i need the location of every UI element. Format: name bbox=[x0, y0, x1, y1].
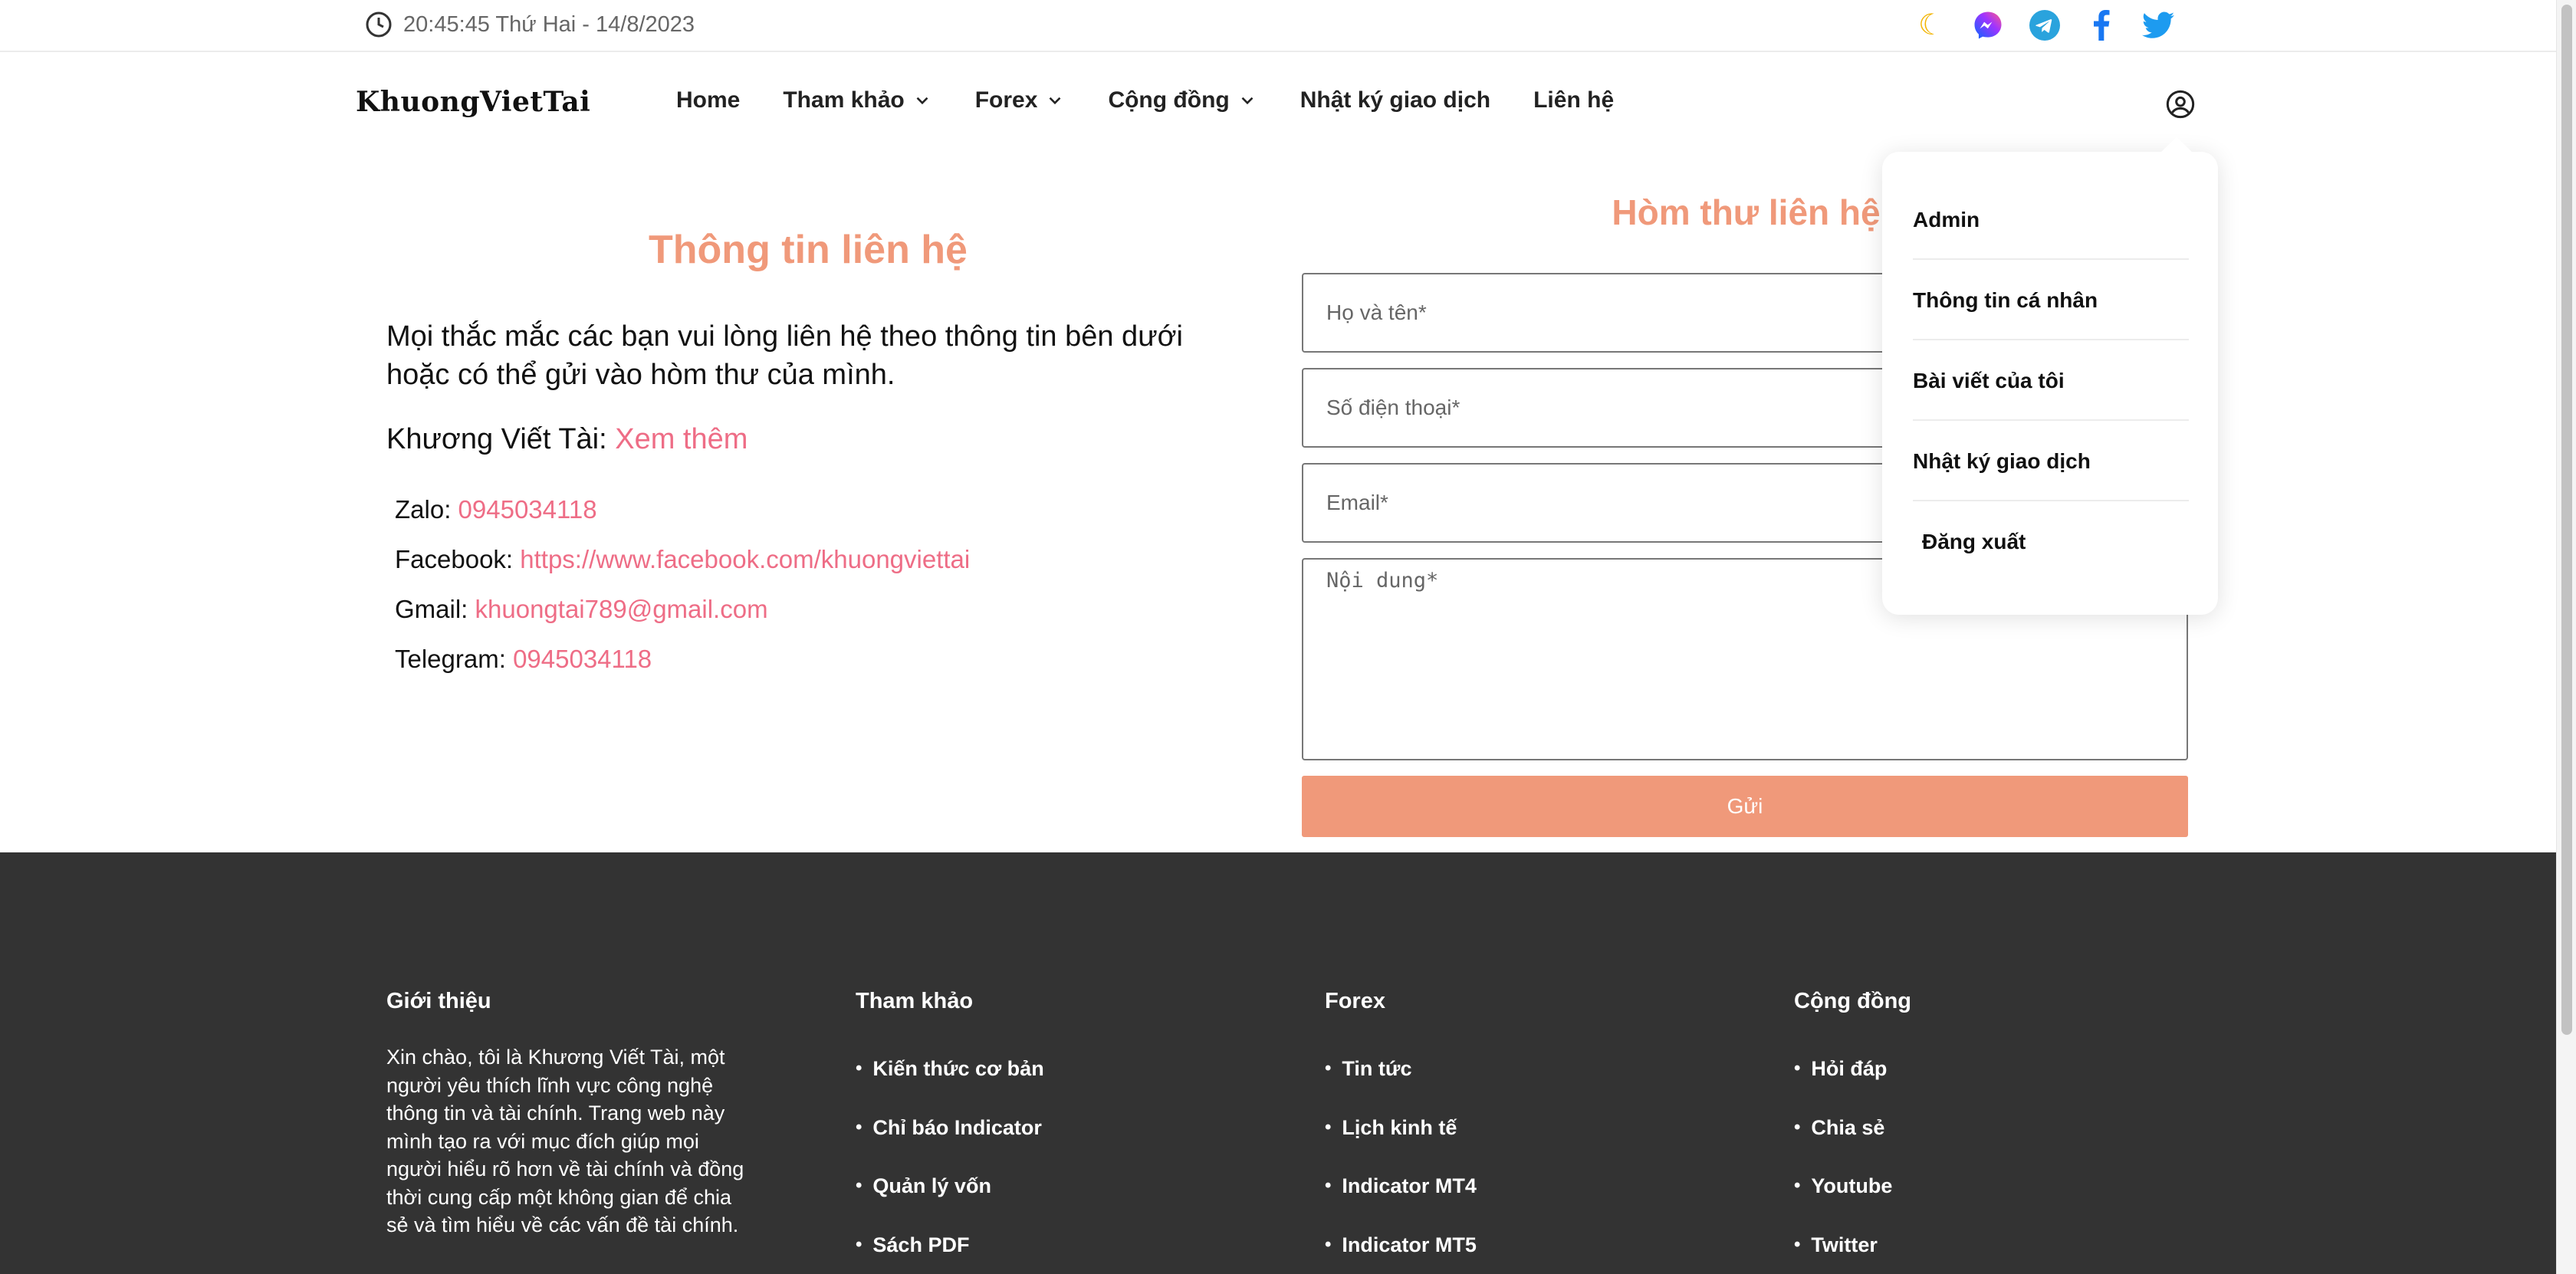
send-button[interactable]: Gửi bbox=[1302, 776, 2188, 837]
nav-item-tham-khao[interactable]: Tham khảo bbox=[783, 87, 932, 113]
messenger-icon[interactable] bbox=[1970, 8, 2006, 43]
nav-item-label: Nhật ký giao dịch bbox=[1300, 87, 1491, 113]
contact-telegram: Telegram: 0945034118 bbox=[395, 645, 970, 694]
nav-item-cong-dong[interactable]: Cộng đồng bbox=[1108, 87, 1257, 113]
footer-link[interactable]: Indicator MT4 bbox=[1325, 1174, 1477, 1233]
facebook-link[interactable]: https://www.facebook.com/khuongviettai bbox=[520, 545, 970, 573]
clock-icon bbox=[366, 11, 392, 38]
telegram-icon[interactable] bbox=[2027, 8, 2062, 43]
nav-item-label: Liên hệ bbox=[1533, 87, 1615, 113]
contact-info-title: Thông tin liên hệ bbox=[649, 228, 968, 272]
nav-item-forex[interactable]: Forex bbox=[975, 87, 1066, 113]
contact-zalo: Zalo: 0945034118 bbox=[395, 495, 970, 545]
menu-item-my-posts[interactable]: Bài viết của tôi bbox=[1913, 340, 2189, 421]
nav-item-lien-he[interactable]: Liên hệ bbox=[1533, 87, 1614, 113]
facebook-icon[interactable] bbox=[2084, 8, 2119, 43]
author-line: Khương Viết Tài: Xem thêm bbox=[386, 423, 748, 456]
contact-label: Telegram: bbox=[395, 645, 506, 673]
menu-item-logout[interactable]: Đăng xuất bbox=[1922, 501, 2198, 582]
footer-col-title: Cộng đồng bbox=[1794, 989, 1912, 1013]
contact-label: Gmail: bbox=[395, 595, 468, 623]
footer-col-title: Tham khảo bbox=[856, 989, 974, 1013]
user-account-icon[interactable] bbox=[2165, 89, 2196, 120]
footer-link[interactable]: Youtube bbox=[1794, 1174, 1911, 1233]
site-logo[interactable]: KhuongVietTai bbox=[356, 86, 590, 118]
footer-link[interactable]: Chia sẻ bbox=[1794, 1116, 1911, 1175]
chevron-down-icon bbox=[1050, 97, 1061, 105]
footer-col-title: Forex bbox=[1325, 989, 1385, 1013]
nav-menu: Home Tham khảo Forex Cộng đồng Nhật ký g… bbox=[676, 87, 1614, 113]
nav-item-label: Cộng đồng bbox=[1108, 87, 1230, 113]
contact-label: Facebook: bbox=[395, 545, 514, 573]
top-bar: 20:45:45 Thứ Hai - 14/8/2023 ☾ bbox=[0, 0, 2556, 52]
moon-icon[interactable]: ☾ bbox=[1914, 8, 1949, 43]
scrollbar-thumb[interactable] bbox=[2561, 5, 2572, 1035]
chevron-down-icon bbox=[1241, 97, 1254, 105]
datetime-display: 20:45:45 Thứ Hai - 14/8/2023 bbox=[365, 11, 695, 38]
chevron-down-icon bbox=[916, 97, 928, 105]
page-scrollbar[interactable] bbox=[2556, 0, 2576, 1274]
footer-link[interactable]: Quản lý vốn bbox=[856, 1174, 1044, 1233]
nav-item-label: Home bbox=[676, 87, 741, 113]
footer-col-cong-dong: Cộng đồng Hỏi đáp Chia sẻ Youtube Twitte… bbox=[1794, 989, 1911, 1274]
nav-item-home[interactable]: Home bbox=[676, 87, 740, 113]
footer-col-forex: Forex Tin tức Lịch kinh tế Indicator MT4… bbox=[1325, 989, 1477, 1274]
footer-link[interactable]: Indicator MT5 bbox=[1325, 1233, 1477, 1274]
social-links: ☾ bbox=[1914, 8, 2176, 43]
menu-item-profile[interactable]: Thông tin cá nhân bbox=[1913, 260, 2189, 340]
footer-link[interactable]: Kiến thức cơ bản bbox=[856, 1057, 1043, 1116]
author-more-link[interactable]: Xem thêm bbox=[615, 423, 748, 455]
contact-list: Zalo: 0945034118 Facebook: https://www.f… bbox=[395, 495, 970, 694]
author-label: Khương Viết Tài: bbox=[386, 423, 607, 455]
twitter-icon[interactable] bbox=[2141, 8, 2176, 43]
footer-link[interactable]: Hỏi đáp bbox=[1794, 1057, 1911, 1116]
telegram-link[interactable]: 0945034118 bbox=[513, 645, 652, 673]
contact-label: Zalo: bbox=[395, 495, 452, 524]
footer-link[interactable]: Chỉ báo Indicator bbox=[856, 1116, 1044, 1175]
footer-link[interactable]: Lịch kinh tế bbox=[1325, 1116, 1477, 1175]
contact-intro-text: Mọi thắc mắc các bạn vui lòng liên hệ th… bbox=[386, 320, 1183, 391]
contact-facebook: Facebook: https://www.facebook.com/khuon… bbox=[395, 545, 970, 595]
footer-link[interactable]: Tin tức bbox=[1325, 1057, 1477, 1116]
nav-item-nhat-ky[interactable]: Nhật ký giao dịch bbox=[1300, 87, 1490, 113]
datetime-text: 20:45:45 Thứ Hai - 14/8/2023 bbox=[403, 11, 695, 37]
contact-gmail: Gmail: khuongtai789@gmail.com bbox=[395, 595, 970, 645]
nav-item-label: Forex bbox=[974, 87, 1038, 113]
footer-link[interactable]: Twitter bbox=[1794, 1233, 1911, 1274]
footer-col-tham-khao: Tham khảo Kiến thức cơ bản Chỉ báo Indic… bbox=[856, 989, 1044, 1274]
footer-about-title: Giới thiệu bbox=[386, 989, 491, 1013]
footer-about-text: Xin chào, tôi là Khương Viết Tài, một ng… bbox=[386, 1046, 744, 1236]
zalo-link[interactable]: 0945034118 bbox=[458, 495, 597, 524]
gmail-link[interactable]: khuongtai789@gmail.com bbox=[475, 595, 768, 623]
user-dropdown-menu: Admin Thông tin cá nhân Bài viết của tôi… bbox=[1882, 136, 2218, 615]
menu-item-admin[interactable]: Admin bbox=[1913, 179, 2189, 260]
menu-item-trade-journal[interactable]: Nhật ký giao dịch bbox=[1913, 421, 2189, 501]
nav-item-label: Tham khảo bbox=[783, 87, 905, 113]
footer-about: Giới thiệu Xin chào, tôi là Khương Viết … bbox=[386, 989, 754, 1240]
footer-link[interactable]: Sách PDF bbox=[856, 1233, 1044, 1274]
site-footer: Giới thiệu Xin chào, tôi là Khương Viết … bbox=[0, 852, 2556, 1274]
